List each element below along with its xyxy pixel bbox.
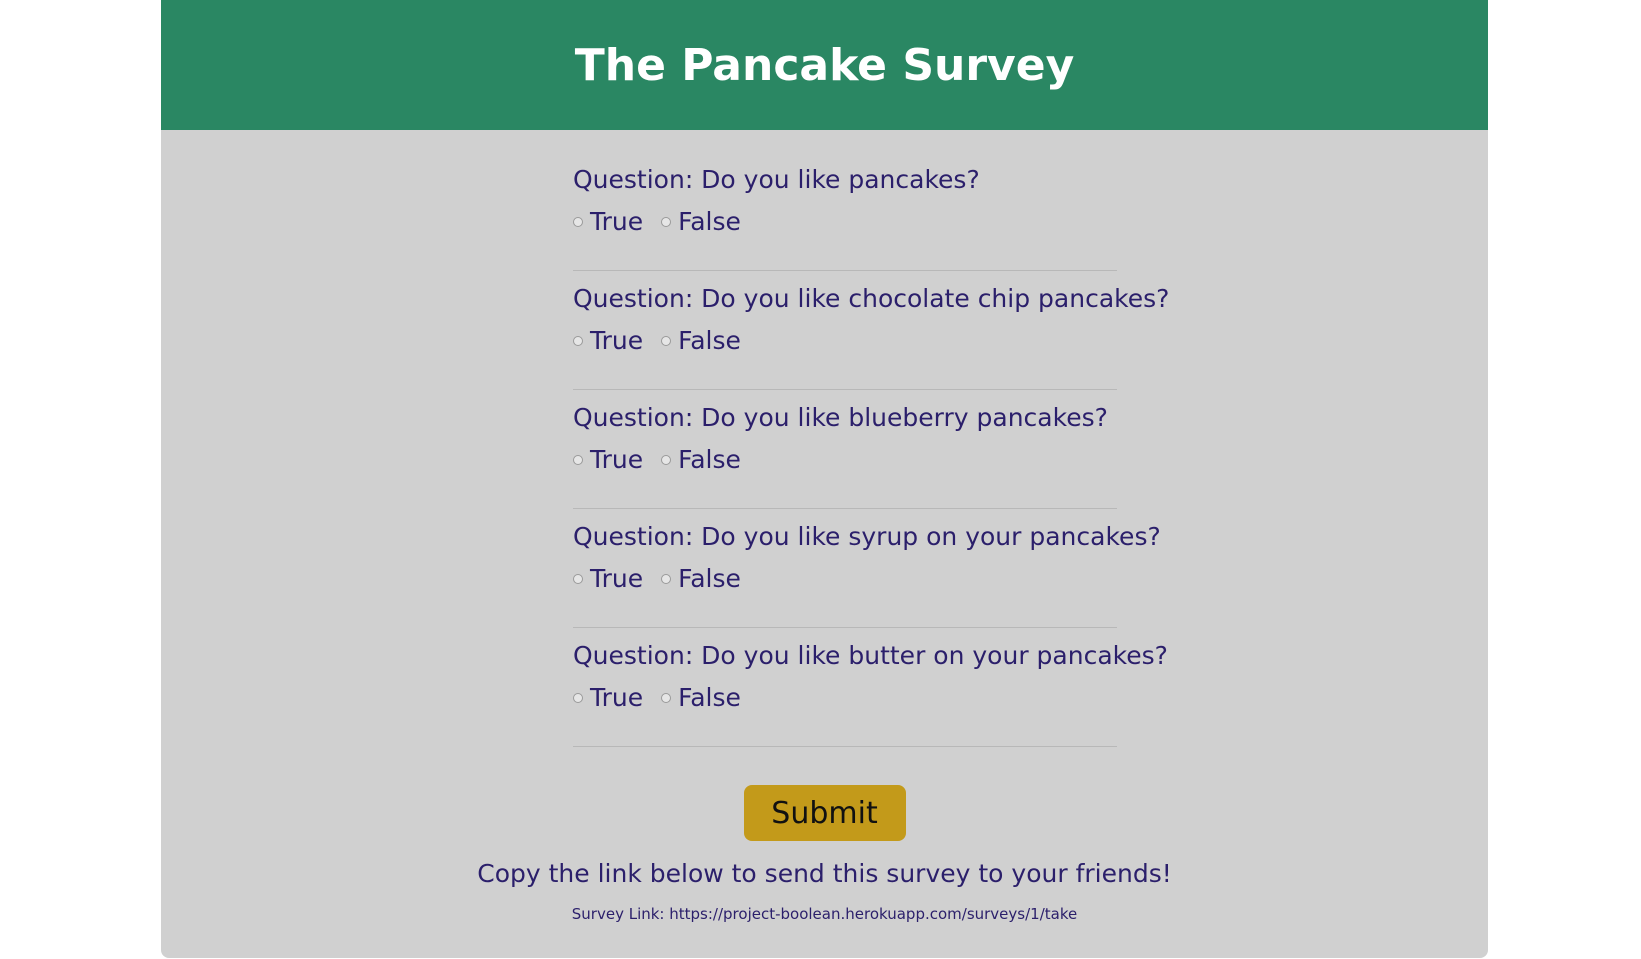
answer-options: True False: [573, 563, 1117, 595]
option-false-label: False: [678, 326, 741, 355]
option-false[interactable]: False: [661, 206, 741, 238]
survey-header: The Pancake Survey: [161, 0, 1488, 130]
radio-false[interactable]: [661, 217, 672, 227]
option-true-label: True: [590, 445, 644, 474]
option-false[interactable]: False: [661, 563, 741, 595]
radio-false[interactable]: [661, 336, 672, 346]
question-text: Question: Do you like chocolate chip pan…: [573, 284, 1170, 313]
option-true[interactable]: True: [573, 444, 643, 476]
answer-options: True False: [573, 444, 1117, 476]
question-text: Question: Do you like syrup on your panc…: [573, 522, 1161, 551]
question-item: Question: Do you like syrup on your panc…: [573, 509, 1161, 628]
share-prompt: Copy the link below to send this survey …: [477, 859, 1172, 888]
survey-card: The Pancake Survey Question: Do you like…: [161, 0, 1488, 958]
radio-false[interactable]: [661, 455, 672, 465]
question-item: Question: Do you like blueberry pancakes…: [573, 390, 1117, 509]
answer-options: True False: [573, 682, 1117, 714]
option-true-label: True: [590, 564, 644, 593]
survey-link-label: Survey Link:: [571, 905, 670, 923]
question-list: Question: Do you like pancakes? True Fal…: [573, 152, 1170, 747]
question-item: Question: Do you like chocolate chip pan…: [573, 271, 1170, 390]
radio-true[interactable]: [573, 336, 583, 346]
option-true[interactable]: True: [573, 682, 643, 714]
answer-options: True False: [573, 325, 1117, 357]
option-true[interactable]: True: [573, 206, 643, 238]
submit-button[interactable]: Submit: [743, 785, 906, 841]
option-true-label: True: [590, 326, 644, 355]
radio-true[interactable]: [573, 693, 583, 703]
option-true-label: True: [590, 207, 644, 236]
option-false-label: False: [678, 207, 741, 236]
survey-link-url[interactable]: https://project-boolean.herokuapp.com/su…: [669, 905, 1077, 923]
question-text: Question: Do you like butter on your pan…: [573, 641, 1168, 670]
question-text: Question: Do you like pancakes?: [573, 165, 980, 194]
radio-false[interactable]: [661, 574, 672, 584]
radio-false[interactable]: [661, 693, 672, 703]
radio-true[interactable]: [573, 217, 583, 227]
option-false[interactable]: False: [661, 444, 741, 476]
option-false-label: False: [678, 445, 741, 474]
option-true[interactable]: True: [573, 563, 643, 595]
question-item: Question: Do you like pancakes? True Fal…: [573, 152, 1117, 271]
option-false[interactable]: False: [661, 325, 741, 357]
option-true[interactable]: True: [573, 325, 643, 357]
radio-true[interactable]: [573, 455, 583, 465]
option-false[interactable]: False: [661, 682, 741, 714]
question-item: Question: Do you like butter on your pan…: [573, 628, 1168, 747]
question-text: Question: Do you like blueberry pancakes…: [573, 403, 1108, 432]
submit-row: Submit: [161, 785, 1488, 841]
page-title: The Pancake Survey: [574, 39, 1075, 91]
answer-options: True False: [573, 206, 1117, 238]
option-true-label: True: [590, 683, 644, 712]
option-false-label: False: [678, 564, 741, 593]
survey-link-line: Survey Link: https://project-boolean.her…: [161, 904, 1488, 924]
radio-true[interactable]: [573, 574, 583, 584]
option-false-label: False: [678, 683, 741, 712]
